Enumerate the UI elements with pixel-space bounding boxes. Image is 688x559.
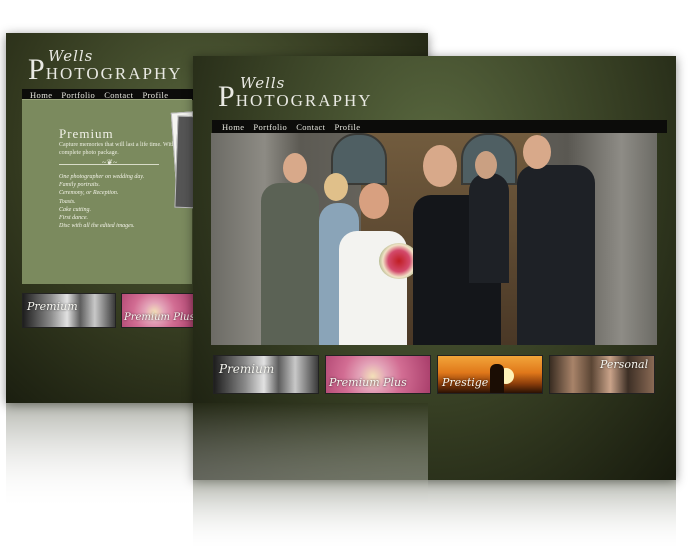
feature-item: First dance.	[59, 215, 88, 222]
nav-home[interactable]: Home	[30, 90, 52, 100]
feature-item: Family portraits.	[59, 182, 101, 189]
logo-initial: P	[218, 80, 236, 113]
thumb-label: Premium Plus	[329, 376, 407, 389]
logo-wordmark: HOTOGRAPHY	[45, 64, 183, 83]
thumb-premium[interactable]: Premium	[22, 293, 116, 328]
hero-wedding-photo	[211, 133, 657, 345]
nav-contact[interactable]: Contact	[296, 122, 325, 132]
nav-portfolio[interactable]: Portfolio	[61, 90, 95, 100]
nav-profile[interactable]: Profile	[334, 122, 360, 132]
nav-portfolio[interactable]: Portfolio	[253, 122, 287, 132]
logo-initial: P	[28, 53, 46, 86]
logo-script: Wells	[48, 47, 94, 65]
nav-profile[interactable]: Profile	[142, 90, 168, 100]
couple-silhouette	[490, 364, 504, 393]
logo[interactable]: Wells PHOTOGRAPHY	[28, 47, 183, 87]
main-nav: Home Portfolio Contact Profile	[212, 120, 667, 133]
thumb-label: Premium	[27, 300, 78, 313]
thumb-label: Premium	[219, 362, 275, 376]
package-title: Premium	[59, 126, 114, 141]
thumb-premium[interactable]: Premium	[213, 355, 319, 394]
person-guest	[469, 173, 509, 283]
package-description: Capture memories that will last a life t…	[59, 142, 185, 156]
premium-package-card: Premium Capture memories that will last …	[22, 99, 192, 284]
reflection-front	[193, 480, 676, 559]
logo-script: Wells	[240, 74, 286, 92]
thumb-premium-plus[interactable]: Premium Plus	[121, 293, 195, 328]
person-groomsman-left	[261, 183, 319, 345]
thumb-label: Premium Plus	[124, 312, 195, 323]
feature-item: Toasts.	[59, 198, 76, 205]
ornament-icon: ~❦~	[102, 158, 118, 167]
nav-home[interactable]: Home	[222, 122, 244, 132]
thumb-label: Personal	[600, 358, 649, 371]
feature-item: One photographer on wedding day.	[59, 174, 145, 180]
feature-list: One photographer on wedding day. Family …	[59, 173, 144, 230]
nav-contact[interactable]: Contact	[104, 90, 133, 100]
thumb-personal[interactable]: Personal	[549, 355, 655, 394]
feature-item: Ceremony, or Reception.	[59, 190, 119, 197]
thumb-label: Prestige	[442, 376, 489, 389]
thumb-prestige[interactable]: Prestige	[437, 355, 543, 394]
thumb-premium-plus[interactable]: Premium Plus	[325, 355, 431, 394]
logo-wordmark: HOTOGRAPHY	[235, 91, 373, 110]
feature-item: Disc with all the edited images.	[59, 223, 135, 230]
logo[interactable]: Wells PHOTOGRAPHY	[218, 74, 373, 114]
feature-item: Cake cutting.	[59, 206, 91, 213]
person-groomsman-right	[517, 165, 595, 345]
